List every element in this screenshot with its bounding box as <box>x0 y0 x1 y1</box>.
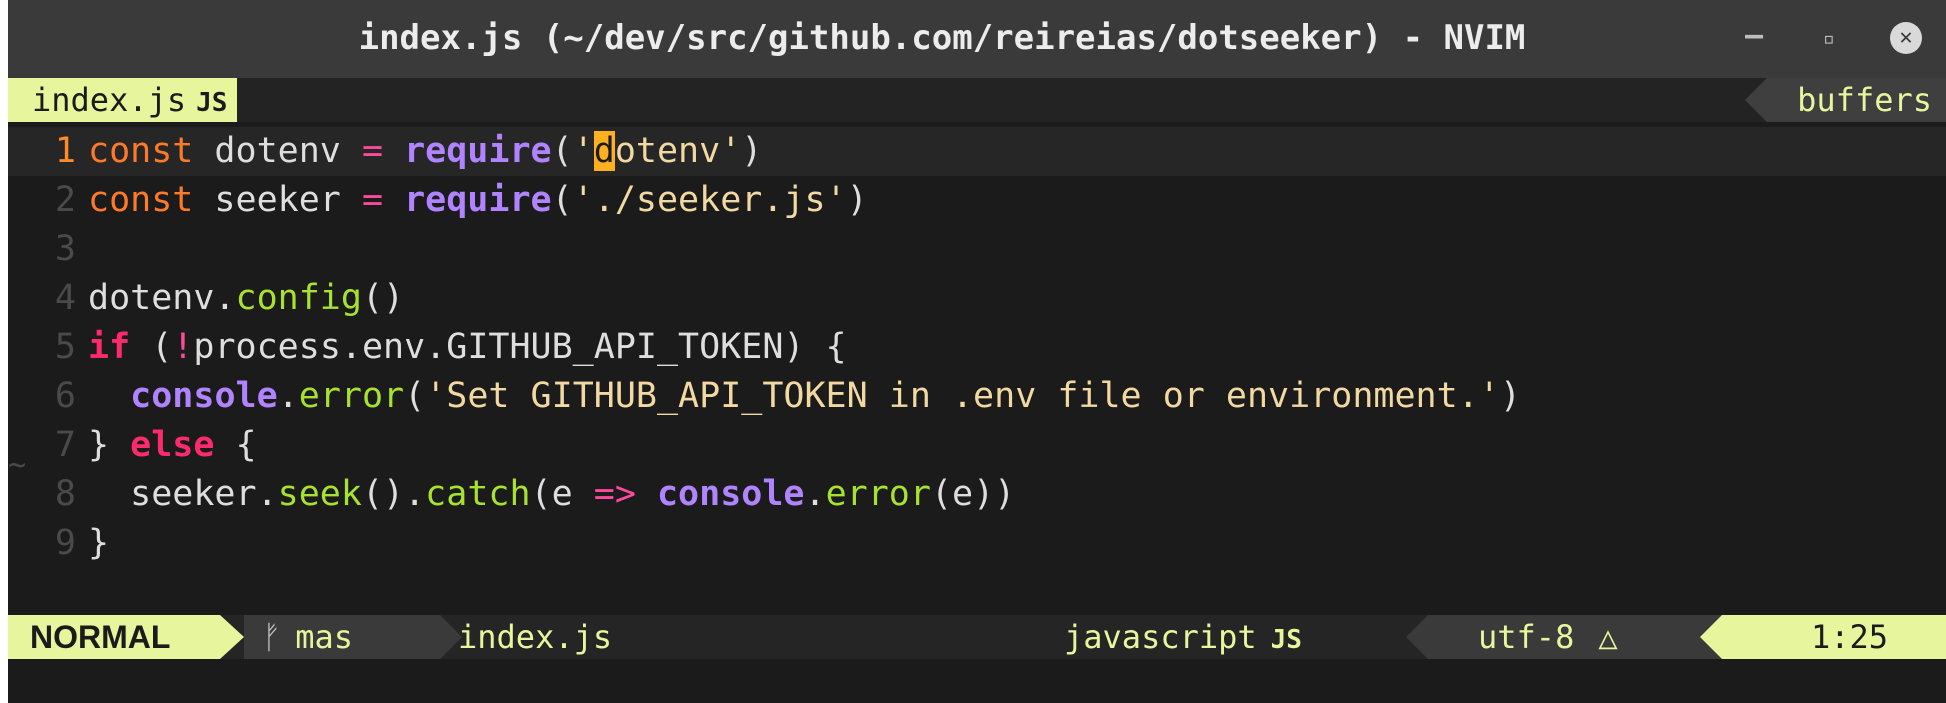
code-token: seeker. <box>88 474 278 514</box>
code-token: ( <box>130 327 173 367</box>
line-number: 1 <box>54 131 76 171</box>
code-token: otenv' <box>614 131 742 171</box>
code-token: = <box>361 180 384 220</box>
code-text: const dotenv = require('dotenv') <box>88 131 762 171</box>
status-line: NORMAL ᚠ mas index.js javascript JS utf-8 △… <box>8 615 1946 659</box>
status-filename: index.js <box>458 618 613 656</box>
code-token: 'Set GITHUB_API_TOKEN in .env file or en… <box>425 376 1500 416</box>
line-number: 4 <box>54 278 76 318</box>
code-token: } <box>88 425 131 465</box>
maximize-icon[interactable]: ▫ <box>1823 26 1835 50</box>
javascript-icon: JS <box>196 88 228 118</box>
code-token: require <box>404 131 552 171</box>
code-token: else <box>130 425 215 465</box>
code-token: ' <box>572 131 594 171</box>
code-token: console <box>130 376 278 416</box>
code-line[interactable]: 7} else { <box>8 421 1946 470</box>
nvim-window: index.js (~/dev/src/github.com/reireias/… <box>8 0 1946 703</box>
code-text: dotenv.config() <box>88 278 404 318</box>
code-token: console <box>656 474 805 514</box>
buffers-label: buffers <box>1745 78 1946 122</box>
code-token: const <box>88 131 194 171</box>
window-title: index.js (~/dev/src/github.com/reireias/… <box>358 18 1526 58</box>
buffer-tabline: index.js JS buffers <box>8 78 1946 122</box>
code-token: './seeker.js' <box>572 180 847 220</box>
command-line[interactable] <box>8 659 1946 703</box>
code-token: if <box>88 327 131 367</box>
code-token: . <box>277 376 299 416</box>
code-token: } <box>88 523 110 563</box>
code-token: () <box>361 278 405 318</box>
javascript-icon: JS <box>1270 625 1302 655</box>
buffer-tab-label: index.js <box>32 81 187 119</box>
line-number: 2 <box>54 180 76 220</box>
code-token: error <box>825 474 931 514</box>
code-text: console.error('Set GITHUB_API_TOKEN in .… <box>88 376 1521 416</box>
encoding-label: utf-8 <box>1478 618 1575 656</box>
code-token: require <box>404 180 552 220</box>
code-token: process.env.GITHUB_API_TOKEN) { <box>193 327 847 367</box>
empty-line-marker: ~ <box>8 448 27 483</box>
code-text: seeker.seek().catch(e => console.error(e… <box>88 474 1015 514</box>
code-line[interactable]: 2 const seeker = require('./seeker.js') <box>8 176 1946 225</box>
code-token: ( <box>551 131 573 171</box>
status-filetype: javascript JS <box>1064 615 1302 662</box>
code-token: const <box>88 180 194 220</box>
code-token: ) <box>846 180 868 220</box>
git-branch: ᚠ mas <box>244 615 462 659</box>
code-token: seeker <box>193 180 362 220</box>
encoding-segment: utf-8 △ <box>1406 615 1728 659</box>
code-line[interactable]: 5 if (!process.env.GITHUB_API_TOKEN) { <box>8 323 1946 372</box>
code-token: { <box>214 425 257 465</box>
code-token: error <box>298 376 405 416</box>
line-number: 5 <box>54 327 76 367</box>
code-token: ) <box>1499 376 1521 416</box>
code-token: = <box>361 131 384 171</box>
title-bar[interactable]: index.js (~/dev/src/github.com/reireias/… <box>8 0 1946 78</box>
line-number: 6 <box>54 376 76 416</box>
code-text: if (!process.env.GITHUB_API_TOKEN) { <box>88 327 847 367</box>
code-line[interactable]: 1 const dotenv = require('dotenv') <box>8 127 1946 176</box>
git-branch-name: mas <box>295 618 353 656</box>
code-token: (e <box>530 474 594 514</box>
cursor-position: 1:25 <box>1700 615 1946 659</box>
code-token: ! <box>172 327 194 367</box>
text-cursor: d <box>593 131 615 171</box>
code-line[interactable]: 4 dotenv.config() <box>8 274 1946 323</box>
code-token: => <box>593 474 636 514</box>
code-token: dotenv <box>193 131 362 171</box>
minimize-icon[interactable]: – <box>1745 18 1763 53</box>
code-token: config <box>235 278 362 318</box>
close-icon[interactable]: ✕ <box>1890 22 1922 54</box>
filetype-label: javascript <box>1064 618 1257 656</box>
code-line[interactable]: 8 seeker.seek().catch(e => console.error… <box>8 470 1946 519</box>
code-token: ( <box>404 376 426 416</box>
code-text: } <box>88 523 109 563</box>
code-token: catch <box>425 474 531 514</box>
code-text: const seeker = require('./seeker.js') <box>88 180 868 220</box>
code-token: dotenv. <box>88 278 236 318</box>
linux-icon: △ <box>1598 618 1618 656</box>
code-token: ( <box>551 180 573 220</box>
git-branch-icon: ᚠ <box>262 618 282 656</box>
buffer-tab-index-js[interactable]: index.js JS <box>8 78 238 122</box>
code-token: ) <box>741 131 763 171</box>
code-token: (). <box>361 474 426 514</box>
code-line[interactable]: 3 <box>8 225 1946 274</box>
mode-indicator: NORMAL <box>8 615 244 659</box>
code-token: (e)) <box>930 474 1016 514</box>
code-text: } else { <box>88 425 257 465</box>
line-number: 9 <box>54 523 76 563</box>
code-token: seek <box>277 474 362 514</box>
code-line[interactable]: 9} <box>8 519 1946 568</box>
editor-pane[interactable]: 1 const dotenv = require('dotenv') 2 const … <box>8 127 1946 568</box>
code-line[interactable]: 6 console.error('Set GITHUB_API_TOKEN in… <box>8 372 1946 421</box>
line-number: 3 <box>54 229 76 269</box>
code-token: . <box>804 474 826 514</box>
